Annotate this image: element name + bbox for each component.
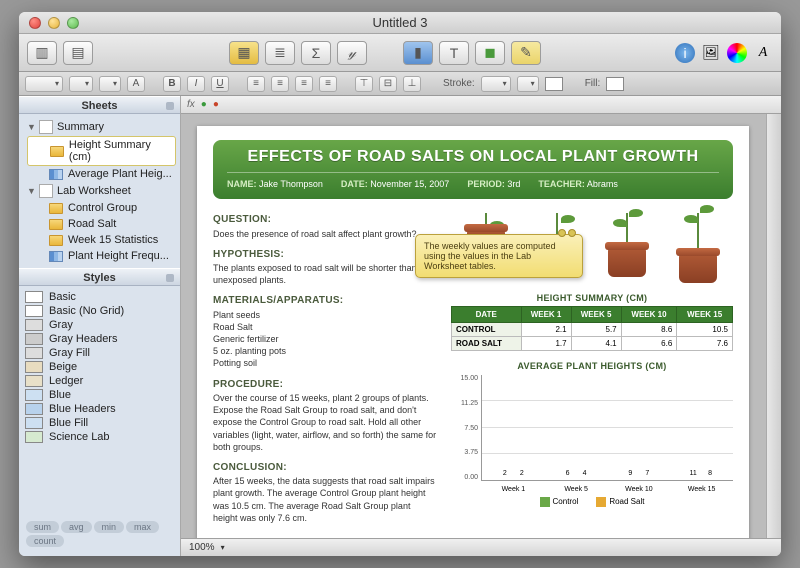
fx-icon: fx (187, 99, 195, 110)
charts-button[interactable]: ▮ (403, 41, 433, 65)
app-window: Untitled 3 ▥ ▤ ▦ ≣ Σ 𝓎 ▮ T ◼ ✎ i 🖼 A A B… (19, 12, 781, 556)
style-item[interactable]: Blue (25, 388, 174, 402)
style-item[interactable]: Gray (25, 318, 174, 332)
sidebar-item[interactable]: Height Summary (cm) (27, 136, 176, 166)
chevron-down-icon[interactable]: ▾ (221, 543, 225, 552)
styles-pane-header: Styles (19, 268, 180, 286)
canvas[interactable]: EFFECTS OF ROAD SALTS ON LOCAL PLANT GRO… (181, 114, 781, 538)
chart-icon (49, 251, 63, 262)
format-bar: A B I U ≡ ≡ ≡ ≡ ⊤ ⊟ ⊥ Stroke: Fill: (19, 72, 781, 96)
cancel-icon[interactable]: ● (213, 99, 219, 110)
fill-color-swatch[interactable] (606, 77, 624, 91)
aggregate-pill[interactable]: avg (61, 521, 92, 533)
style-item[interactable]: Gray Fill (25, 346, 174, 360)
style-item[interactable]: Basic (25, 290, 174, 304)
aggregate-pill[interactable]: max (126, 521, 159, 533)
function-button[interactable]: Σ (301, 41, 331, 65)
bold-button[interactable]: B (163, 76, 181, 92)
table-icon (50, 146, 64, 157)
fonts-icon[interactable]: A (753, 43, 773, 63)
table-icon (49, 235, 63, 246)
sheet-group[interactable]: ▼Summary (23, 118, 180, 136)
style-item[interactable]: Gray Headers (25, 332, 174, 346)
italic-button[interactable]: I (187, 76, 205, 92)
comment-note[interactable]: The weekly values are computed using the… (415, 234, 583, 278)
style-item[interactable]: Science Lab (25, 430, 174, 444)
align-right-button[interactable]: ≡ (295, 76, 313, 92)
comment-button[interactable]: ✎ (511, 41, 541, 65)
accept-icon[interactable]: ● (201, 99, 207, 110)
sheet-button[interactable]: ▤ (63, 41, 93, 65)
formula-bar[interactable]: fx ● ● (181, 96, 781, 114)
table-icon (49, 219, 63, 230)
valign-middle-button[interactable]: ⊟ (379, 76, 397, 92)
sidebar-item[interactable]: Average Plant Heig... (23, 166, 180, 182)
aggregate-pill[interactable]: min (94, 521, 125, 533)
sidebar-item[interactable]: Week 15 Statistics (23, 232, 180, 248)
report-header: EFFECTS OF ROAD SALTS ON LOCAL PLANT GRO… (213, 140, 733, 199)
stroke-label: Stroke: (443, 78, 475, 89)
align-left-button[interactable]: ≡ (247, 76, 265, 92)
sheets-pane-header: Sheets (19, 96, 180, 114)
report-title: EFFECTS OF ROAD SALTS ON LOCAL PLANT GRO… (227, 148, 719, 166)
align-center-button[interactable]: ≡ (271, 76, 289, 92)
font-style-select[interactable] (69, 76, 93, 92)
font-family-select[interactable] (25, 76, 63, 92)
chart-icon (49, 169, 63, 180)
style-item[interactable]: Blue Headers (25, 402, 174, 416)
text-color-button[interactable]: A (127, 76, 145, 92)
toolbar: ▥ ▤ ▦ ≣ Σ 𝓎 ▮ T ◼ ✎ i 🖼 A (19, 34, 781, 72)
underline-button[interactable]: U (211, 76, 229, 92)
aggregate-pill[interactable]: count (26, 535, 64, 547)
titlebar: Untitled 3 (19, 12, 781, 34)
stroke-style-select[interactable] (481, 76, 511, 92)
report-body: QUESTION: Does the presence of road salt… (213, 213, 437, 524)
tables-button[interactable]: ▦ (229, 41, 259, 65)
textbox-button[interactable]: T (439, 41, 469, 65)
style-item[interactable]: Basic (No Grid) (25, 304, 174, 318)
view-button[interactable]: ▥ (27, 41, 57, 65)
page: EFFECTS OF ROAD SALTS ON LOCAL PLANT GRO… (197, 126, 749, 538)
formula-list-button[interactable]: 𝓎 (337, 41, 367, 65)
sheets-list: ▼SummaryHeight Summary (cm)Average Plant… (19, 114, 180, 268)
sidebar-item[interactable]: Control Group (23, 200, 180, 216)
reorganize-button[interactable]: ≣ (265, 41, 295, 65)
sheet-group[interactable]: ▼Lab Worksheet (23, 182, 180, 200)
height-summary-table[interactable]: HEIGHT SUMMARY (CM)DATEWEEK 1WEEK 5WEEK … (451, 293, 733, 351)
fill-label: Fill: (585, 78, 601, 89)
table-icon (49, 203, 63, 214)
sidebar-item[interactable]: Road Salt (23, 216, 180, 232)
media-icon[interactable]: 🖼 (701, 43, 721, 63)
inspector-icon[interactable]: i (675, 43, 695, 63)
valign-bottom-button[interactable]: ⊥ (403, 76, 421, 92)
window-title: Untitled 3 (19, 15, 781, 30)
sidebar: Sheets ▼SummaryHeight Summary (cm)Averag… (19, 96, 181, 556)
align-justify-button[interactable]: ≡ (319, 76, 337, 92)
zoom-level[interactable]: 100% (189, 542, 215, 553)
chart[interactable]: AVERAGE PLANT HEIGHTS (CM) 15.0011.257.5… (451, 361, 733, 507)
shapes-button[interactable]: ◼ (475, 41, 505, 65)
style-item[interactable]: Blue Fill (25, 416, 174, 430)
valign-top-button[interactable]: ⊤ (355, 76, 373, 92)
stroke-width-select[interactable] (517, 76, 539, 92)
font-size-select[interactable] (99, 76, 121, 92)
style-item[interactable]: Ledger (25, 374, 174, 388)
vertical-scrollbar[interactable] (766, 114, 781, 538)
aggregate-pill[interactable]: sum (26, 521, 59, 533)
aggregates: sumavgminmax count (19, 516, 180, 556)
colors-icon[interactable] (727, 43, 747, 63)
stroke-color-swatch[interactable] (545, 77, 563, 91)
status-bar: 100% ▾ (181, 538, 781, 556)
sidebar-item[interactable]: Plant Height Frequ... (23, 248, 180, 264)
style-item[interactable]: Beige (25, 360, 174, 374)
styles-list: BasicBasic (No Grid)GrayGray HeadersGray… (19, 286, 180, 516)
